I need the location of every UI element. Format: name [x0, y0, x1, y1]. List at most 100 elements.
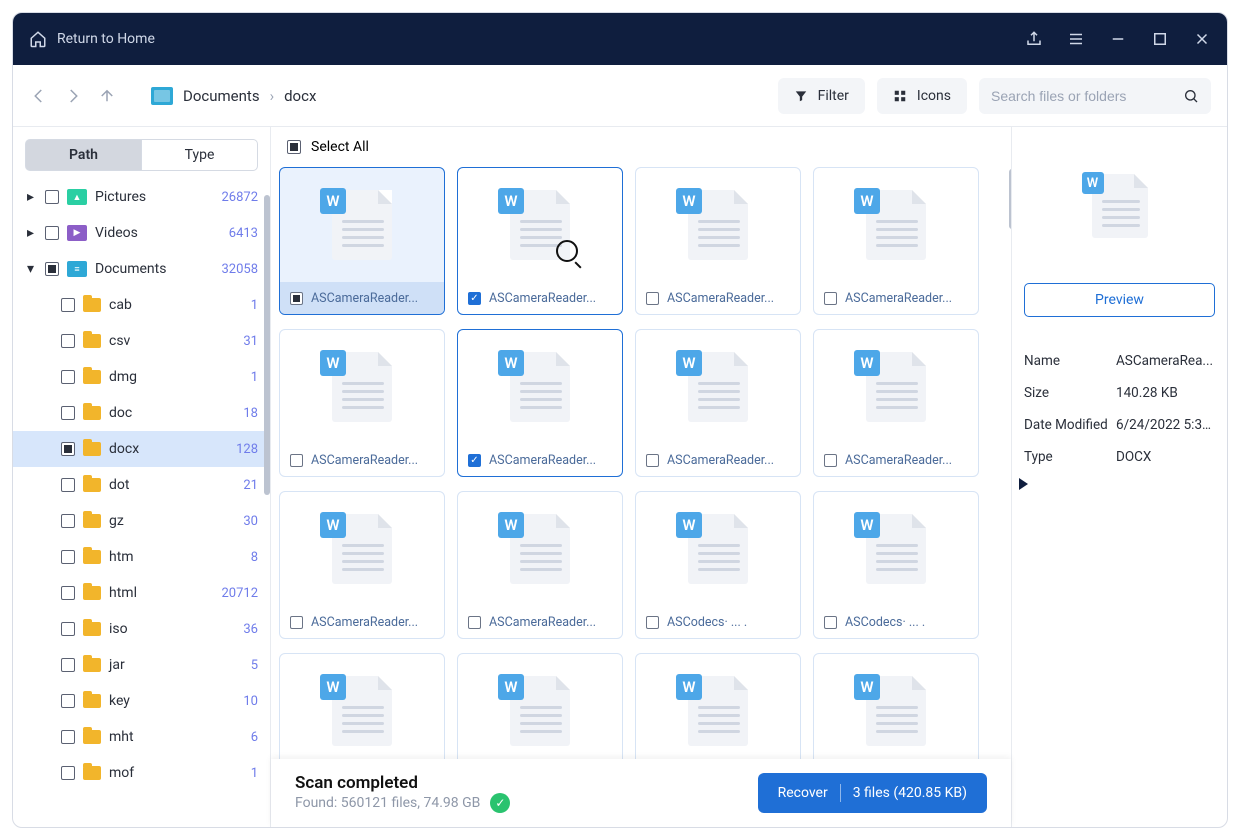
sidebar-item-mht[interactable]: mht6: [13, 719, 270, 755]
sidebar-item-label: cab: [109, 297, 132, 313]
sidebar-item-jar[interactable]: jar5: [13, 647, 270, 683]
select-all-row[interactable]: Select All: [271, 127, 1011, 167]
sidebar-item-dot[interactable]: dot21: [13, 467, 270, 503]
file-card[interactable]: WASCameraReader...: [279, 491, 445, 639]
checkbox[interactable]: [45, 262, 59, 276]
menu-icon[interactable]: [1067, 30, 1085, 48]
close-icon[interactable]: [1193, 30, 1211, 48]
file-checkbox[interactable]: [290, 616, 303, 629]
checkbox[interactable]: [61, 298, 75, 312]
checkbox[interactable]: [61, 370, 75, 384]
file-checkbox[interactable]: [468, 454, 481, 467]
checkbox[interactable]: [45, 190, 59, 204]
file-checkbox[interactable]: [824, 292, 837, 305]
file-card[interactable]: W: [279, 653, 445, 759]
sidebar-item-label: key: [109, 693, 130, 709]
sidebar-item-htm[interactable]: htm8: [13, 539, 270, 575]
checkbox[interactable]: [61, 586, 75, 600]
view-button[interactable]: Icons: [877, 78, 967, 114]
file-card[interactable]: WASCodecs· ... .: [813, 491, 979, 639]
sidebar-item-pictures[interactable]: ▸ ▲ Pictures 26872: [13, 179, 270, 215]
tab-path[interactable]: Path: [25, 139, 142, 171]
sidebar-item-cab[interactable]: cab1: [13, 287, 270, 323]
checkbox[interactable]: [61, 406, 75, 420]
tab-type[interactable]: Type: [142, 139, 258, 171]
sidebar-item-key[interactable]: key10: [13, 683, 270, 719]
maximize-icon[interactable]: [1151, 30, 1169, 48]
file-card[interactable]: W: [635, 653, 801, 759]
file-checkbox[interactable]: [468, 292, 481, 305]
sidebar-item-label: dmg: [109, 369, 137, 385]
file-checkbox[interactable]: [290, 454, 303, 467]
sidebar-item-iso[interactable]: iso36: [13, 611, 270, 647]
file-card[interactable]: WASCameraReader...: [279, 329, 445, 477]
file-card[interactable]: WASCameraReader...: [813, 167, 979, 315]
docx-badge-icon: W: [498, 350, 524, 376]
checkbox[interactable]: [61, 694, 75, 708]
scan-title: Scan completed: [295, 773, 510, 793]
file-card[interactable]: WASCameraReader...: [813, 329, 979, 477]
nav-forward-icon[interactable]: [63, 86, 83, 106]
file-card[interactable]: WASCameraReader...: [457, 491, 623, 639]
filter-icon: [794, 89, 808, 103]
nav-back-icon[interactable]: [29, 86, 49, 106]
sidebar-item-docx[interactable]: docx128: [13, 431, 270, 467]
search-input-wrapper[interactable]: [979, 78, 1211, 114]
file-checkbox[interactable]: [646, 616, 659, 629]
file-card[interactable]: WASCodecs· ... .: [635, 491, 801, 639]
recover-button[interactable]: Recover 3 files (420.85 KB): [758, 773, 987, 813]
nav-up-icon[interactable]: [97, 86, 117, 106]
grid-scrollbar[interactable]: [1009, 169, 1011, 229]
sidebar-item-gz[interactable]: gz30: [13, 503, 270, 539]
sidebar-item-documents[interactable]: ▾ ≡ Documents 32058: [13, 251, 270, 287]
file-checkbox[interactable]: [646, 292, 659, 305]
file-checkbox[interactable]: [468, 616, 481, 629]
checkbox[interactable]: [45, 226, 59, 240]
checkbox[interactable]: [61, 622, 75, 636]
file-card[interactable]: W: [457, 653, 623, 759]
file-checkbox[interactable]: [290, 292, 303, 305]
minimize-icon[interactable]: [1109, 30, 1127, 48]
file-card[interactable]: WASCameraReader...: [457, 329, 623, 477]
checkbox[interactable]: [61, 478, 75, 492]
meta-val: 6/24/2022 5:35...: [1116, 417, 1215, 433]
file-checkbox[interactable]: [646, 454, 659, 467]
file-checkbox[interactable]: [824, 616, 837, 629]
file-card[interactable]: WASCameraReader...: [457, 167, 623, 315]
checkbox[interactable]: [61, 658, 75, 672]
sidebar-item-dmg[interactable]: dmg1: [13, 359, 270, 395]
file-checkbox[interactable]: [824, 454, 837, 467]
sidebar-item-doc[interactable]: doc18: [13, 395, 270, 431]
checkbox[interactable]: [61, 730, 75, 744]
search-input[interactable]: [991, 88, 1175, 104]
sidebar-item-csv[interactable]: csv31: [13, 323, 270, 359]
panel-collapse-icon[interactable]: [1019, 478, 1028, 490]
preview-button[interactable]: Preview: [1024, 283, 1215, 317]
sidebar-item-html[interactable]: html20712: [13, 575, 270, 611]
docx-badge-icon: W: [320, 512, 346, 538]
file-thumb: W: [636, 492, 800, 606]
filter-button[interactable]: Filter: [778, 78, 865, 114]
return-home-button[interactable]: Return to Home: [29, 30, 155, 48]
sidebar-scrollbar[interactable]: [264, 195, 270, 495]
file-card[interactable]: WASCameraReader...: [635, 167, 801, 315]
sidebar-item-videos[interactable]: ▸ ▶ Videos 6413: [13, 215, 270, 251]
breadcrumb-separator: ›: [270, 87, 275, 105]
file-card[interactable]: W: [813, 653, 979, 759]
checkbox[interactable]: [61, 334, 75, 348]
share-icon[interactable]: [1025, 30, 1043, 48]
file-card[interactable]: WASCameraReader...: [635, 329, 801, 477]
checkbox[interactable]: [61, 550, 75, 564]
sidebar-item-mof[interactable]: mof1: [13, 755, 270, 791]
breadcrumb[interactable]: Documents › docx: [151, 87, 316, 105]
window-controls: [1025, 30, 1211, 48]
checkbox[interactable]: [61, 514, 75, 528]
folder-icon: [83, 370, 101, 384]
file-card[interactable]: WASCameraReader...: [279, 167, 445, 315]
checkbox[interactable]: [61, 766, 75, 780]
file-thumb: W: [814, 168, 978, 282]
select-all-checkbox[interactable]: [287, 140, 301, 154]
count-badge: 5: [251, 658, 258, 673]
count-badge: 1: [251, 766, 258, 781]
checkbox[interactable]: [61, 442, 75, 456]
